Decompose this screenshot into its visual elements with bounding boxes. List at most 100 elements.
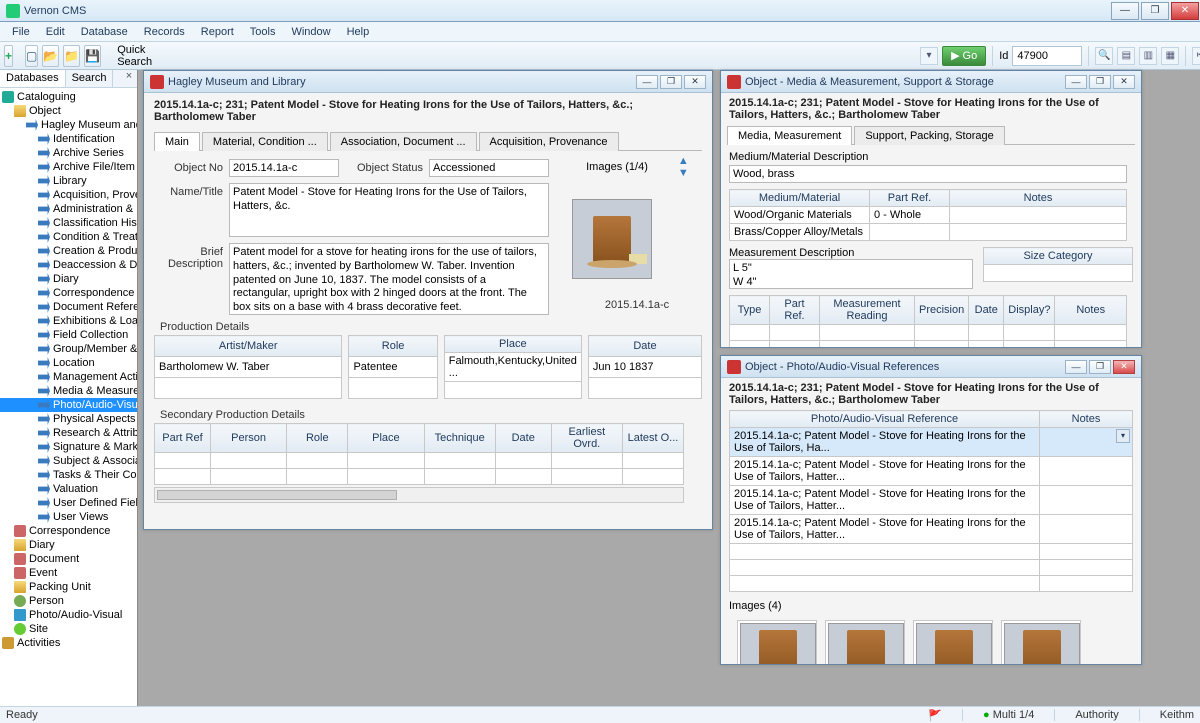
field-mmdesc[interactable]: Wood, brass <box>729 165 1127 183</box>
tree-node[interactable]: Correspondence <box>0 524 137 538</box>
win-close[interactable]: ✕ <box>684 75 706 89</box>
tree-node[interactable]: Document <box>0 552 137 566</box>
tree-node[interactable]: Field Collection <box>0 328 137 342</box>
tab-material[interactable]: Material, Condition ... <box>202 132 328 151</box>
tab-acquisition[interactable]: Acquisition, Provenance <box>479 132 619 151</box>
new-record-button[interactable]: + <box>4 45 13 67</box>
tree-node[interactable]: Media & Measurement, Su <box>0 384 137 398</box>
win-close[interactable]: ✕ <box>1113 360 1135 374</box>
window-media-measurement[interactable]: Object - Media & Measurement, Support & … <box>720 70 1142 348</box>
prod-date[interactable]: Jun 10 1837 <box>588 357 701 378</box>
menu-report[interactable]: Report <box>193 24 242 40</box>
tool-icon-4[interactable]: ▦ <box>1161 47 1179 65</box>
tree-node[interactable]: Site <box>0 622 137 636</box>
tree-node[interactable]: Photo/Audio-Visual <box>0 608 137 622</box>
win-close[interactable]: ✕ <box>1113 75 1135 89</box>
tree-node[interactable]: Archive Series <box>0 146 137 160</box>
dropdown-icon[interactable]: ▾ <box>920 47 938 65</box>
tree-node[interactable]: Management Activities <box>0 370 137 384</box>
nav-first[interactable]: ⏮ <box>1192 47 1200 65</box>
tree-node[interactable]: Location <box>0 356 137 370</box>
tool-icon-2[interactable]: ▤ <box>1117 47 1135 65</box>
tree-node[interactable]: User Defined Fields <box>0 496 137 510</box>
field-name-title[interactable]: Patent Model - Stove for Heating Irons f… <box>229 183 549 237</box>
win-max[interactable]: ❐ <box>1089 360 1111 374</box>
maximize-button[interactable]: ❐ <box>1141 2 1169 20</box>
ref-row[interactable]: 2015.14.1a-c; Patent Model - Stove for H… <box>730 486 1133 515</box>
ref-row[interactable]: 2015.14.1a-c; Patent Model - Stove for H… <box>730 515 1133 544</box>
tree-node[interactable]: Object <box>0 104 137 118</box>
tree-node[interactable]: Administration & Risk Asse <box>0 202 137 216</box>
tool-icon-1[interactable]: 🔍 <box>1095 47 1113 65</box>
row-dropdown[interactable]: ▾ <box>1116 429 1130 443</box>
menu-edit[interactable]: Edit <box>38 24 73 40</box>
tree-node[interactable]: Physical Aspects <box>0 412 137 426</box>
save-button[interactable]: 💾 <box>84 45 101 67</box>
tree-node[interactable]: Archive File/Item <box>0 160 137 174</box>
tree-node[interactable]: Activities <box>0 636 137 650</box>
tree-node[interactable]: Exhibitions & Loans <box>0 314 137 328</box>
prod-artist[interactable]: Bartholomew W. Taber <box>155 357 342 378</box>
image-card[interactable]: 2015.14.1a-c <box>825 620 905 664</box>
prod-place[interactable]: Falmouth,Kentucky,United ... <box>444 353 581 382</box>
tree-node[interactable]: Photo/Audio-Visual Refere <box>0 398 137 412</box>
field-size-cat[interactable] <box>984 265 1133 282</box>
tab-support-packing[interactable]: Support, Packing, Storage <box>854 126 1004 145</box>
tab-media-measurement[interactable]: Media, Measurement <box>727 126 852 145</box>
blank-doc-button[interactable]: ▢ <box>25 45 38 67</box>
open-folder2-button[interactable]: 📁 <box>63 45 80 67</box>
menu-file[interactable]: File <box>4 24 38 40</box>
id-input[interactable] <box>1012 46 1082 66</box>
win-min[interactable]: — <box>1065 75 1087 89</box>
ref-row[interactable]: 2015.14.1a-c; Patent Model - Stove for H… <box>730 428 1133 457</box>
tab-association[interactable]: Association, Document ... <box>330 132 477 151</box>
go-button[interactable]: ▶Go <box>942 46 986 66</box>
image-card[interactable]: 2015.14.1a-c <box>913 620 993 664</box>
field-meas-desc[interactable]: L 5" W 4" <box>729 259 973 289</box>
tree-node[interactable]: Cataloguing <box>0 90 137 104</box>
ref-row[interactable]: 2015.14.1a-c; Patent Model - Stove for H… <box>730 457 1133 486</box>
tree-node[interactable]: Event <box>0 566 137 580</box>
minimize-button[interactable]: — <box>1111 2 1139 20</box>
field-object-status[interactable] <box>429 159 549 177</box>
tree-node[interactable]: Document References <box>0 300 137 314</box>
field-brief-desc[interactable]: Patent model for a stove for heating iro… <box>229 243 549 315</box>
tree-node[interactable]: User Views <box>0 510 137 524</box>
win-min[interactable]: — <box>1065 360 1087 374</box>
tree-node[interactable]: Signature & Marks <box>0 440 137 454</box>
menu-records[interactable]: Records <box>136 24 193 40</box>
img-prev[interactable]: ▲ <box>678 155 688 167</box>
tree-node[interactable]: Packing Unit <box>0 580 137 594</box>
field-object-no[interactable] <box>229 159 339 177</box>
tree-tab-search[interactable]: Search <box>66 70 114 87</box>
secondary-scroll[interactable] <box>154 487 684 503</box>
tree-node[interactable]: Classification History <box>0 216 137 230</box>
tree-node[interactable]: Correspondence History <box>0 286 137 300</box>
tree-node[interactable]: Deaccession & Disposal <box>0 258 137 272</box>
tree-node[interactable]: Person <box>0 594 137 608</box>
menu-database[interactable]: Database <box>73 24 136 40</box>
tree-node[interactable]: Valuation <box>0 482 137 496</box>
window-photo-av[interactable]: Object - Photo/Audio-Visual References —… <box>720 355 1142 665</box>
image-card[interactable]: 2015.14.1a-c <box>737 620 817 664</box>
tree-node[interactable]: Group/Member & Related <box>0 342 137 356</box>
tree-node[interactable]: Creation & Production <box>0 244 137 258</box>
menu-window[interactable]: Window <box>283 24 338 40</box>
tree-tab-databases[interactable]: Databases <box>0 70 66 87</box>
window-object-main[interactable]: Hagley Museum and Library — ❐ ✕ 2015.14.… <box>143 70 713 530</box>
tab-main[interactable]: Main <box>154 132 200 151</box>
tree-node[interactable]: Hagley Museum and Libra <box>0 118 137 132</box>
image-thumbnail[interactable] <box>572 199 652 279</box>
win-min[interactable]: — <box>636 75 658 89</box>
prod-role[interactable]: Patentee <box>349 357 437 378</box>
tree-node[interactable]: Acquisition, Provenance & <box>0 188 137 202</box>
close-button[interactable]: ✕ <box>1171 2 1199 20</box>
tree[interactable]: CataloguingObjectHagley Museum and Libra… <box>0 88 137 706</box>
open-folder-button[interactable]: 📂 <box>42 45 59 67</box>
tool-icon-3[interactable]: ▥ <box>1139 47 1157 65</box>
tree-node[interactable]: Subject & Association <box>0 454 137 468</box>
menu-help[interactable]: Help <box>339 24 378 40</box>
quicksearch-input[interactable] <box>185 46 916 66</box>
tree-close[interactable]: × <box>121 70 137 87</box>
tree-node[interactable]: Tasks & Their Costs <box>0 468 137 482</box>
